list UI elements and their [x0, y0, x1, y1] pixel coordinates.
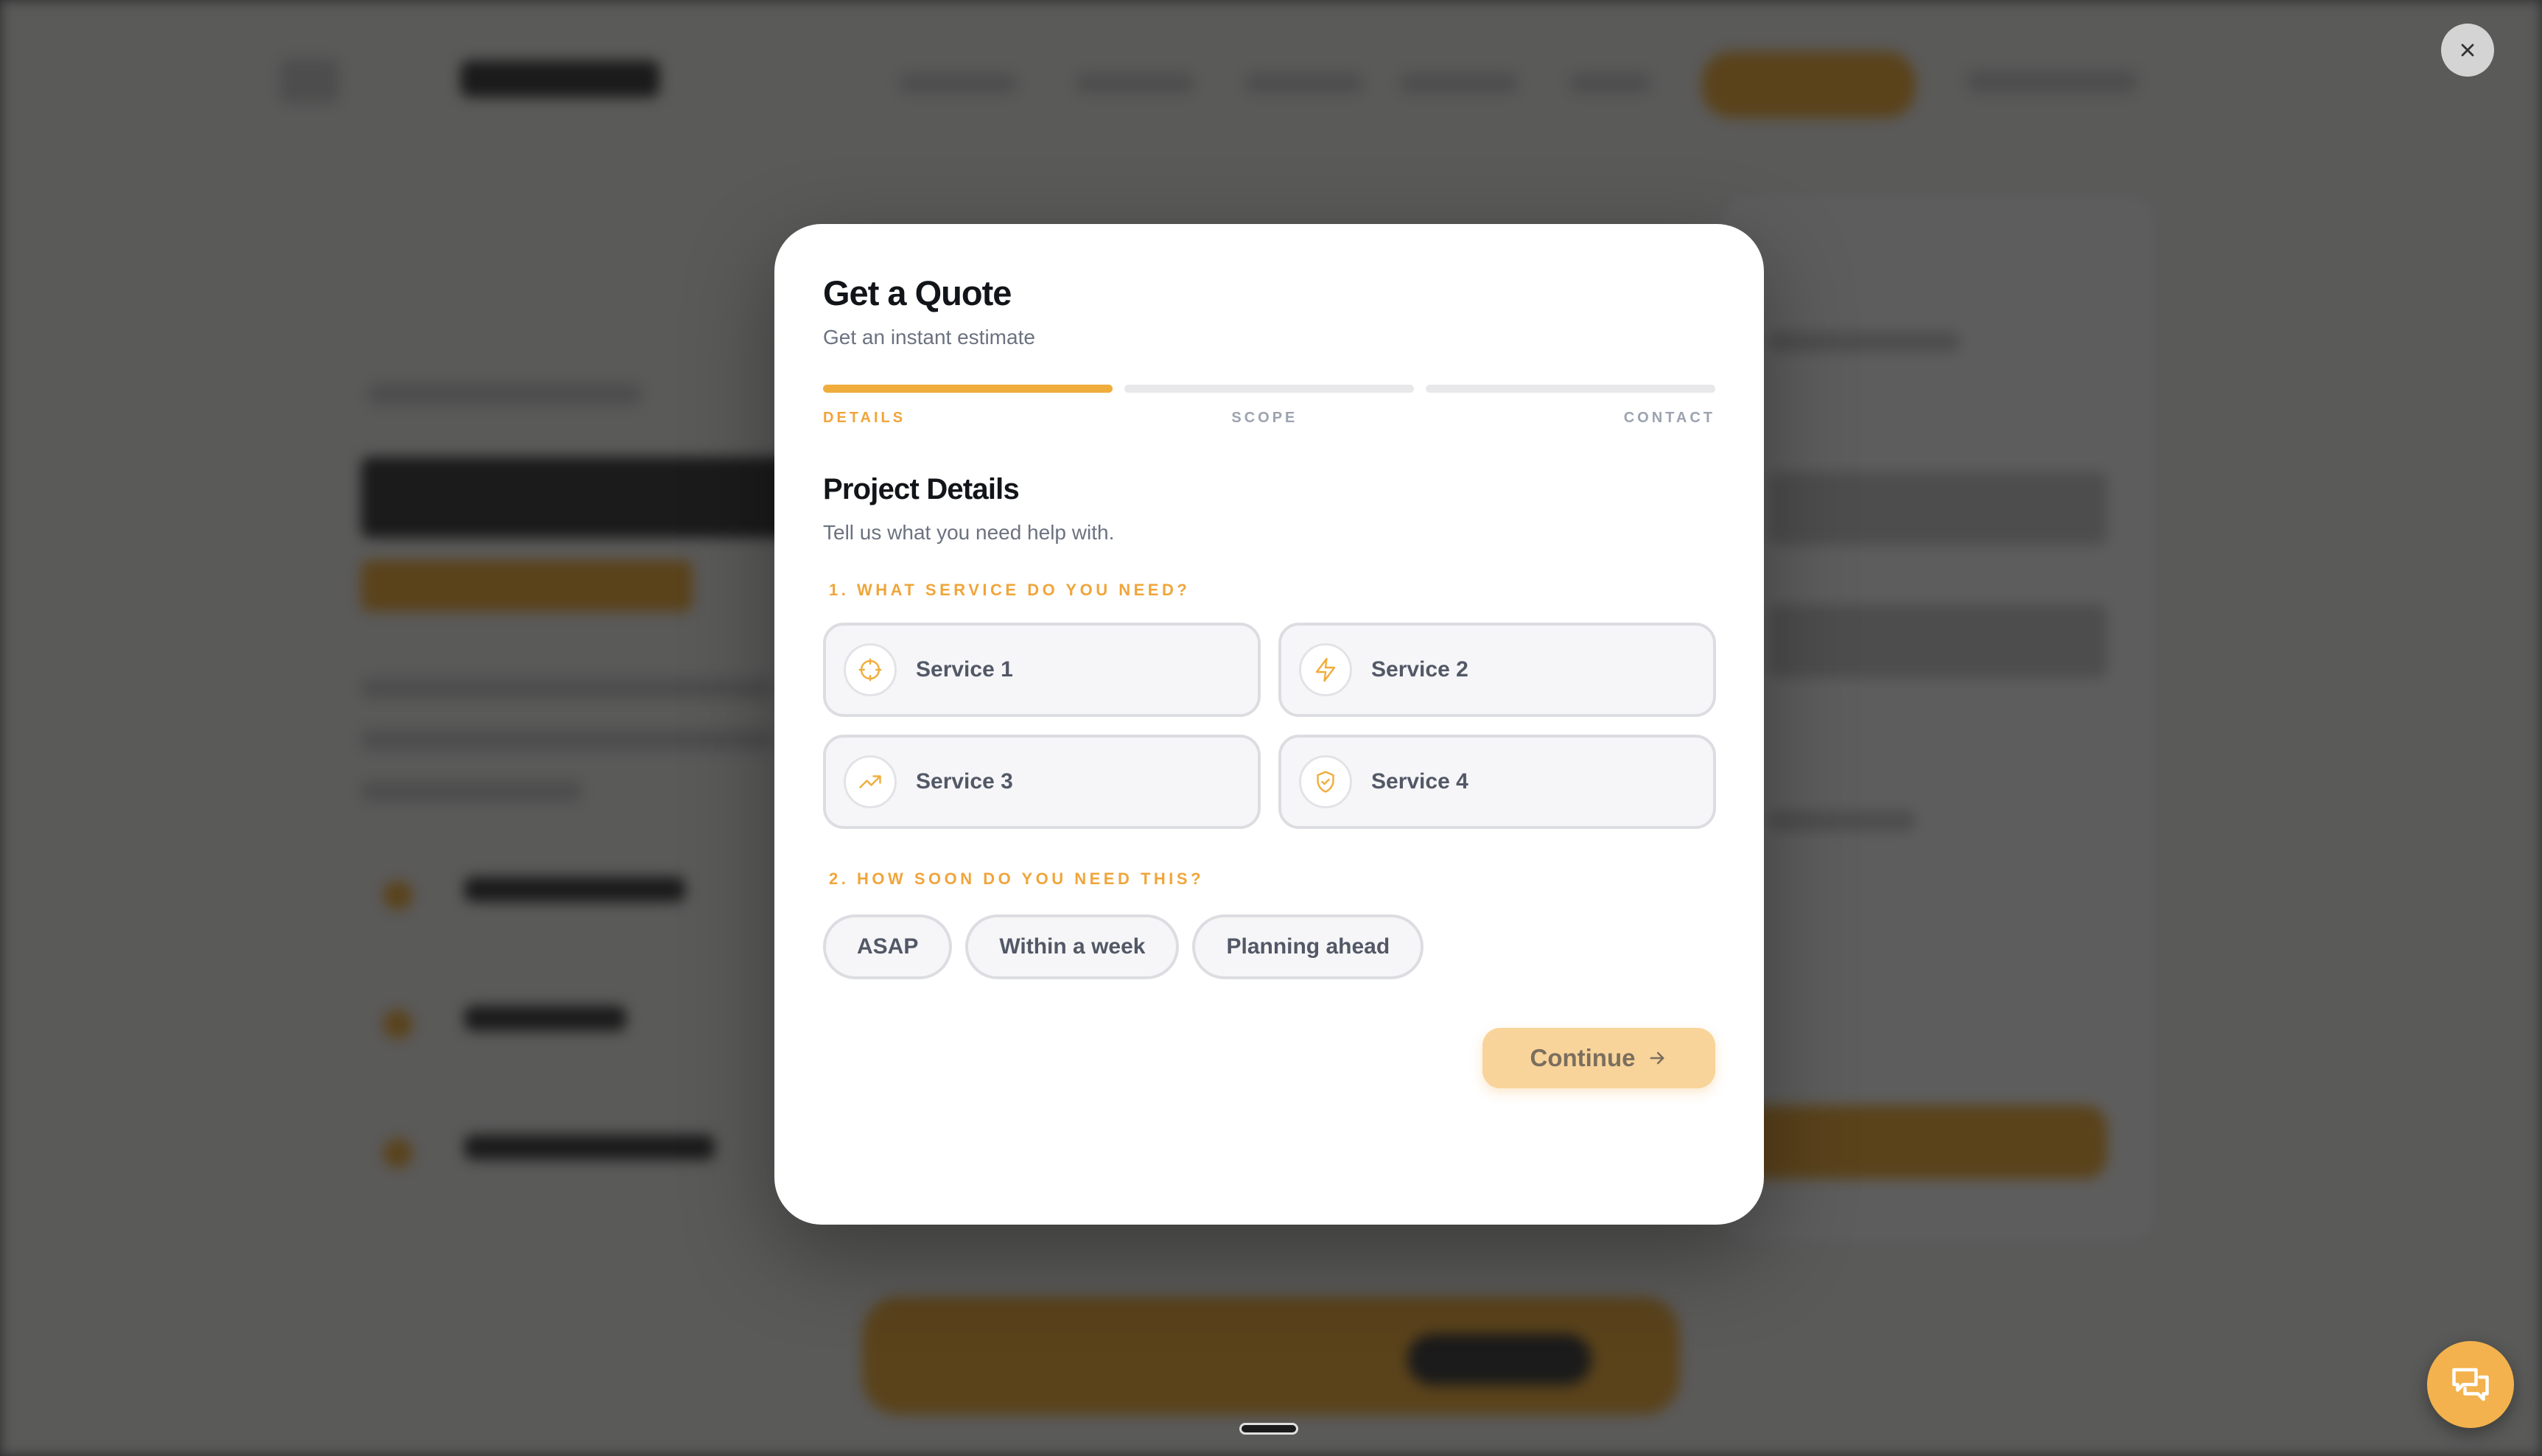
- lightning-icon: [1299, 643, 1352, 696]
- step-label-contact: CONTACT: [1623, 410, 1715, 426]
- section-description: Tell us what you need help with.: [823, 521, 1115, 544]
- service-option-1[interactable]: Service 1: [823, 623, 1261, 717]
- home-indicator: [1239, 1423, 1298, 1435]
- service-option-3[interactable]: Service 3: [823, 735, 1261, 829]
- close-button[interactable]: [2441, 24, 2494, 77]
- chat-bubbles-icon: [2452, 1368, 2489, 1401]
- step-label-details: DETAILS: [823, 410, 906, 426]
- crosshair-icon: [844, 643, 897, 696]
- service-label: Service 1: [916, 657, 1013, 682]
- service-label: Service 2: [1371, 657, 1468, 682]
- question-timeline-label: 2. HOW SOON DO YOU NEED THIS?: [829, 869, 1205, 888]
- service-option-4[interactable]: Service 4: [1278, 735, 1716, 829]
- question-service-label: 1. WHAT SERVICE DO YOU NEED?: [829, 581, 1191, 599]
- trending-up-icon: [844, 755, 897, 808]
- progress-segment-3: [1426, 385, 1715, 393]
- close-icon: [2461, 43, 2474, 57]
- modal-title: Get a Quote: [823, 273, 1012, 312]
- timeline-option-planning[interactable]: Planning ahead: [1192, 914, 1424, 979]
- modal-subtitle: Get an instant estimate: [823, 326, 1035, 349]
- continue-button[interactable]: Continue: [1482, 1028, 1715, 1088]
- progress-bar: [823, 385, 1715, 393]
- modal-footer: Continue: [823, 1028, 1715, 1088]
- section-title: Project Details: [823, 473, 1020, 505]
- chat-button[interactable]: [2427, 1341, 2514, 1428]
- service-options: Service 1 Service 2 Service 3 Service 4: [823, 623, 1716, 829]
- progress-segment-2: [1124, 385, 1414, 393]
- step-label-scope: SCOPE: [1231, 410, 1298, 426]
- timeline-options: ASAP Within a week Planning ahead: [823, 914, 1715, 979]
- service-label: Service 3: [916, 769, 1013, 794]
- progress-segment-1: [823, 385, 1113, 393]
- timeline-option-asap[interactable]: ASAP: [823, 914, 953, 979]
- quote-modal: Get a Quote Get an instant estimate DETA…: [774, 224, 1764, 1225]
- shield-check-icon: [1299, 755, 1352, 808]
- service-option-2[interactable]: Service 2: [1278, 623, 1716, 717]
- service-label: Service 4: [1371, 769, 1468, 794]
- arrow-right-icon: [1650, 1051, 1664, 1065]
- step-labels: DETAILS SCOPE CONTACT: [823, 409, 1715, 427]
- continue-label: Continue: [1530, 1044, 1636, 1071]
- timeline-option-week[interactable]: Within a week: [965, 914, 1180, 979]
